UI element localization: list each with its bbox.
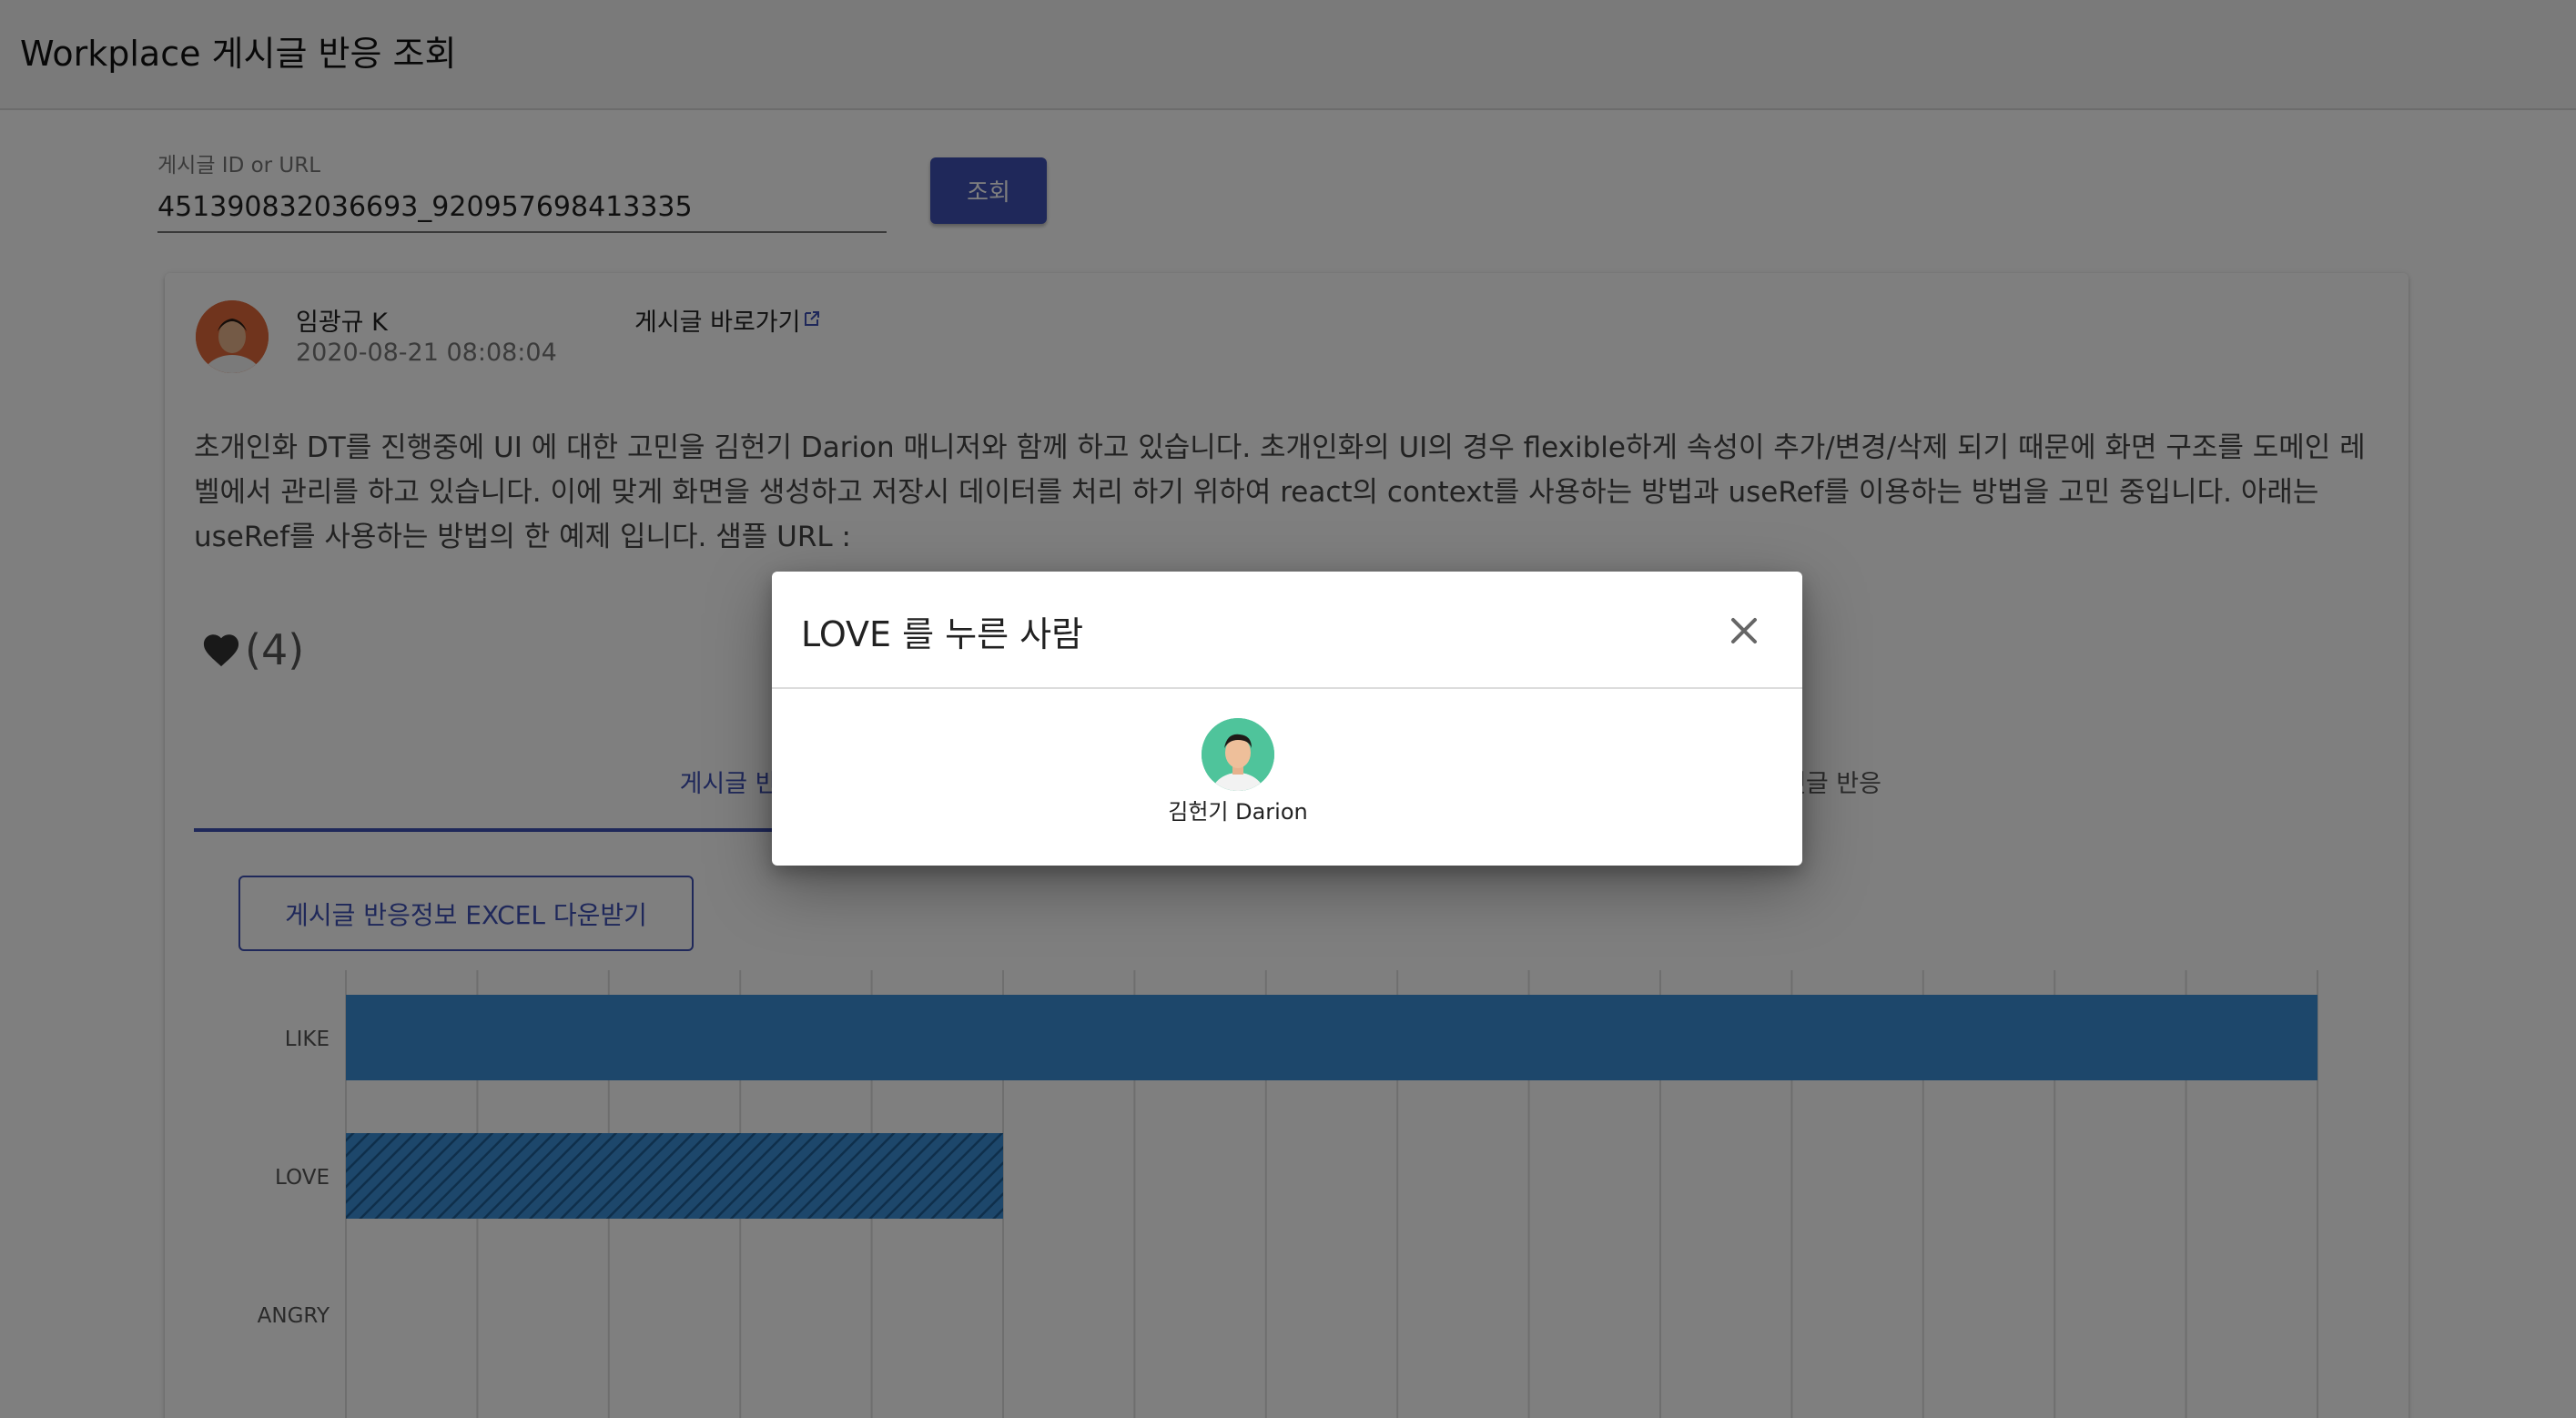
user-avatar [1202, 718, 1274, 791]
reactor-user[interactable]: 김헌기 Darion [1129, 718, 1347, 825]
reactors-dialog: LOVE 를 누른 사람 김헌기 Darion [772, 572, 1802, 866]
dialog-header: LOVE 를 누른 사람 [772, 572, 1802, 689]
close-icon[interactable] [1726, 613, 1762, 649]
user-name: 김헌기 Darion [1168, 799, 1308, 825]
dialog-title: LOVE 를 누른 사람 [801, 614, 1084, 654]
